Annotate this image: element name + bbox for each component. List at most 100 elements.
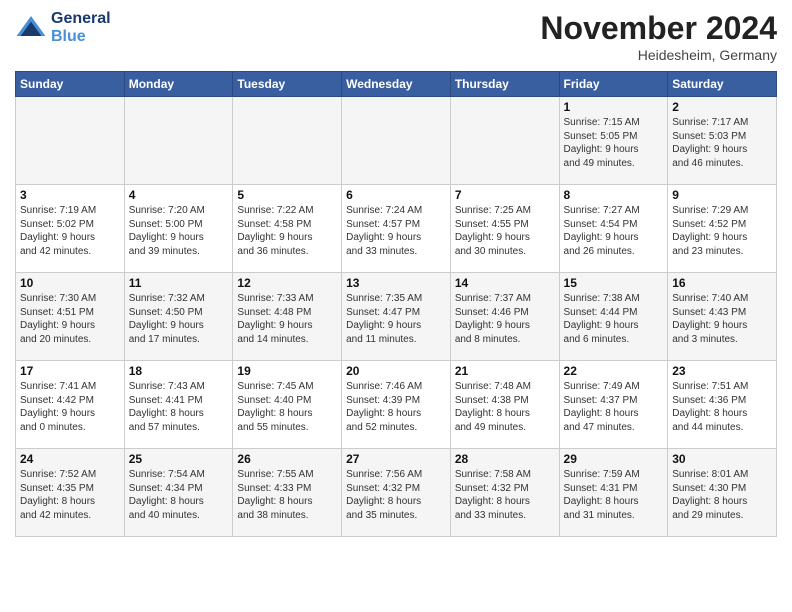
day-info: Daylight: 8 hours — [237, 407, 337, 421]
calendar-cell: 26Sunrise: 7:55 AMSunset: 4:33 PMDayligh… — [233, 449, 342, 537]
page: General Blue November 2024 Heidesheim, G… — [0, 0, 792, 612]
day-info: and 0 minutes. — [20, 421, 120, 435]
day-info: Sunrise: 7:20 AM — [129, 204, 229, 218]
day-info: Sunrise: 7:58 AM — [455, 468, 555, 482]
day-info: Sunrise: 7:55 AM — [237, 468, 337, 482]
day-info: Sunset: 4:54 PM — [564, 218, 664, 232]
calendar-cell: 8Sunrise: 7:27 AMSunset: 4:54 PMDaylight… — [559, 185, 668, 273]
day-info: Sunrise: 7:27 AM — [564, 204, 664, 218]
calendar-cell: 22Sunrise: 7:49 AMSunset: 4:37 PMDayligh… — [559, 361, 668, 449]
day-info: Sunset: 4:40 PM — [237, 394, 337, 408]
day-info: Sunset: 4:50 PM — [129, 306, 229, 320]
day-info: Sunrise: 7:51 AM — [672, 380, 772, 394]
day-info: Daylight: 9 hours — [564, 319, 664, 333]
calendar-cell: 7Sunrise: 7:25 AMSunset: 4:55 PMDaylight… — [450, 185, 559, 273]
day-info: Sunrise: 7:38 AM — [564, 292, 664, 306]
calendar-cell: 29Sunrise: 7:59 AMSunset: 4:31 PMDayligh… — [559, 449, 668, 537]
day-info: Daylight: 9 hours — [346, 319, 446, 333]
day-info: Sunset: 5:05 PM — [564, 130, 664, 144]
day-info: Daylight: 8 hours — [129, 495, 229, 509]
calendar-cell: 14Sunrise: 7:37 AMSunset: 4:46 PMDayligh… — [450, 273, 559, 361]
day-info: Sunset: 4:30 PM — [672, 482, 772, 496]
calendar-cell: 23Sunrise: 7:51 AMSunset: 4:36 PMDayligh… — [668, 361, 777, 449]
day-info: and 3 minutes. — [672, 333, 772, 347]
day-number: 22 — [564, 364, 664, 378]
day-info: Sunrise: 8:01 AM — [672, 468, 772, 482]
day-number: 17 — [20, 364, 120, 378]
logo-icon — [15, 12, 47, 44]
calendar-cell: 3Sunrise: 7:19 AMSunset: 5:02 PMDaylight… — [16, 185, 125, 273]
day-info: Sunrise: 7:37 AM — [455, 292, 555, 306]
day-number: 3 — [20, 188, 120, 202]
day-info: Sunset: 4:34 PM — [129, 482, 229, 496]
day-info: Sunrise: 7:54 AM — [129, 468, 229, 482]
day-number: 6 — [346, 188, 446, 202]
day-number: 13 — [346, 276, 446, 290]
calendar-cell: 21Sunrise: 7:48 AMSunset: 4:38 PMDayligh… — [450, 361, 559, 449]
calendar-cell: 18Sunrise: 7:43 AMSunset: 4:41 PMDayligh… — [124, 361, 233, 449]
day-info: Sunset: 4:32 PM — [346, 482, 446, 496]
day-number: 11 — [129, 276, 229, 290]
logo: General Blue — [15, 10, 111, 46]
day-info: Sunrise: 7:35 AM — [346, 292, 446, 306]
day-info: Daylight: 9 hours — [672, 231, 772, 245]
day-info: Sunrise: 7:29 AM — [672, 204, 772, 218]
day-info: Daylight: 8 hours — [129, 407, 229, 421]
day-info: Sunrise: 7:41 AM — [20, 380, 120, 394]
day-number: 15 — [564, 276, 664, 290]
day-number: 9 — [672, 188, 772, 202]
day-info: and 49 minutes. — [455, 421, 555, 435]
day-info: and 39 minutes. — [129, 245, 229, 259]
day-number: 2 — [672, 100, 772, 114]
day-info: and 38 minutes. — [237, 509, 337, 523]
day-info: Sunset: 4:36 PM — [672, 394, 772, 408]
day-info: Sunrise: 7:33 AM — [237, 292, 337, 306]
day-info: and 17 minutes. — [129, 333, 229, 347]
day-info: and 33 minutes. — [346, 245, 446, 259]
day-number: 1 — [564, 100, 664, 114]
day-info: Sunset: 4:33 PM — [237, 482, 337, 496]
day-info: Sunrise: 7:32 AM — [129, 292, 229, 306]
day-info: Daylight: 9 hours — [564, 143, 664, 157]
day-info: Daylight: 9 hours — [455, 319, 555, 333]
calendar-cell: 4Sunrise: 7:20 AMSunset: 5:00 PMDaylight… — [124, 185, 233, 273]
calendar-cell — [450, 97, 559, 185]
day-info: Sunset: 4:52 PM — [672, 218, 772, 232]
day-number: 30 — [672, 452, 772, 466]
day-info: Sunrise: 7:15 AM — [564, 116, 664, 130]
calendar-cell — [342, 97, 451, 185]
day-info: Sunrise: 7:30 AM — [20, 292, 120, 306]
day-info: Daylight: 9 hours — [20, 231, 120, 245]
col-monday: Monday — [124, 72, 233, 97]
day-info: Sunrise: 7:49 AM — [564, 380, 664, 394]
day-info: Sunset: 4:41 PM — [129, 394, 229, 408]
logo-text: General Blue — [51, 10, 111, 46]
calendar-cell: 11Sunrise: 7:32 AMSunset: 4:50 PMDayligh… — [124, 273, 233, 361]
day-info: Sunset: 4:42 PM — [20, 394, 120, 408]
day-number: 18 — [129, 364, 229, 378]
day-info: Sunrise: 7:46 AM — [346, 380, 446, 394]
day-number: 20 — [346, 364, 446, 378]
calendar-header: Sunday Monday Tuesday Wednesday Thursday… — [16, 72, 777, 97]
day-info: Sunset: 4:35 PM — [20, 482, 120, 496]
day-info: Sunrise: 7:17 AM — [672, 116, 772, 130]
day-info: and 23 minutes. — [672, 245, 772, 259]
day-number: 12 — [237, 276, 337, 290]
day-info: Sunset: 4:46 PM — [455, 306, 555, 320]
day-info: and 6 minutes. — [564, 333, 664, 347]
day-info: Daylight: 9 hours — [672, 143, 772, 157]
day-info: Daylight: 9 hours — [20, 319, 120, 333]
calendar-cell — [233, 97, 342, 185]
day-info: Daylight: 8 hours — [346, 407, 446, 421]
col-sunday: Sunday — [16, 72, 125, 97]
day-info: Sunrise: 7:25 AM — [455, 204, 555, 218]
day-info: and 14 minutes. — [237, 333, 337, 347]
calendar-cell: 5Sunrise: 7:22 AMSunset: 4:58 PMDaylight… — [233, 185, 342, 273]
day-info: and 31 minutes. — [564, 509, 664, 523]
day-info: and 30 minutes. — [455, 245, 555, 259]
calendar-cell: 30Sunrise: 8:01 AMSunset: 4:30 PMDayligh… — [668, 449, 777, 537]
day-info: Sunset: 4:57 PM — [346, 218, 446, 232]
calendar-cell: 27Sunrise: 7:56 AMSunset: 4:32 PMDayligh… — [342, 449, 451, 537]
col-saturday: Saturday — [668, 72, 777, 97]
day-number: 26 — [237, 452, 337, 466]
